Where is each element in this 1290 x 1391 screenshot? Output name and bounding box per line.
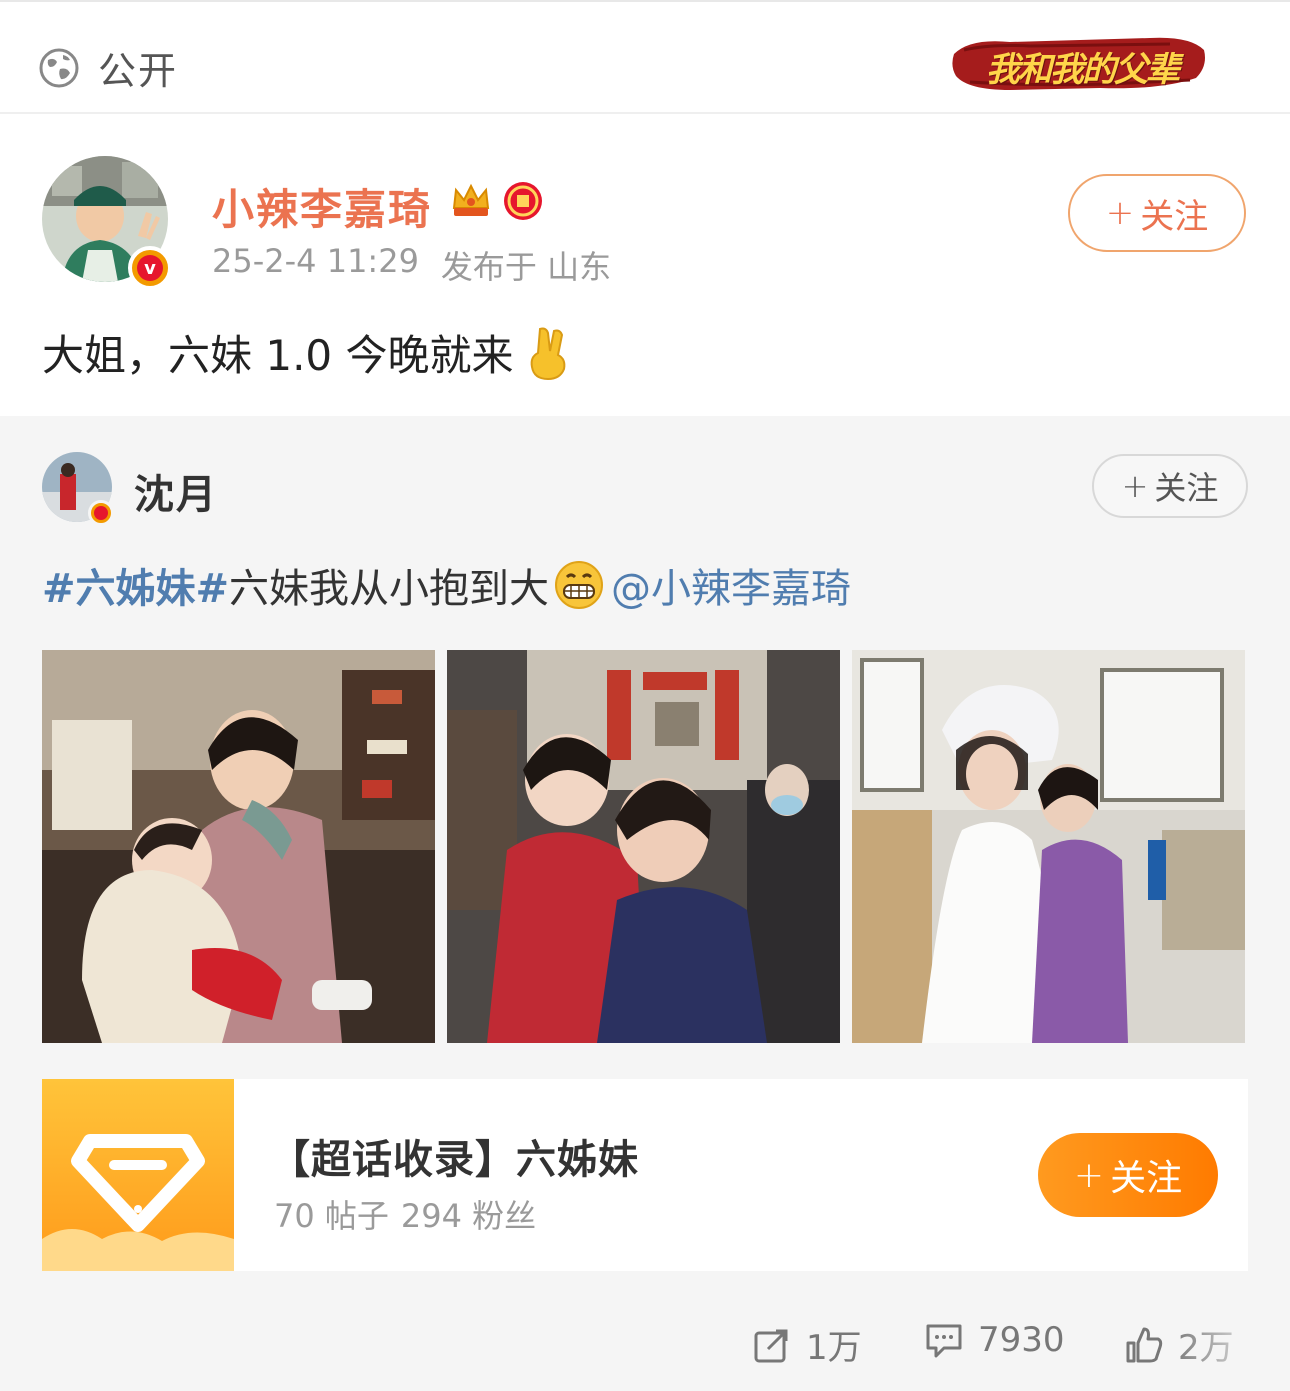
post-body: 大姐，六妹 1.0 今晚就来 xyxy=(42,322,572,383)
repost-button[interactable]: 1万 xyxy=(752,1320,862,1369)
plus-icon: + xyxy=(1073,1154,1105,1196)
action-bar: 1万 7930 2万 xyxy=(0,1312,1290,1372)
visibility-indicator[interactable]: 公开 xyxy=(38,40,178,95)
photo-grid xyxy=(42,650,1246,1043)
super-topic-fans: 294 粉丝 xyxy=(400,1197,537,1235)
retweet-author-name[interactable]: 沈月 xyxy=(134,462,218,520)
super-topic-follow-button[interactable]: + 关注 xyxy=(1038,1133,1218,1217)
verified-v-icon: v xyxy=(137,255,163,281)
post-text: 大姐，六妹 1.0 今晚就来 xyxy=(42,331,514,380)
post-location: 发布于 山东 xyxy=(440,248,612,286)
super-topic-stats: 70 帖子 294 粉丝 xyxy=(274,1191,536,1237)
photo-2-image xyxy=(447,650,840,1043)
retweet-text: 六妹我从小抱到大 xyxy=(229,566,550,612)
crown-icon[interactable] xyxy=(448,178,494,224)
photo-1-image xyxy=(42,650,435,1043)
verified-dot-icon xyxy=(94,506,108,520)
super-topic-card[interactable]: 【超话收录】六姊妹 70 帖子 294 粉丝 + 关注 xyxy=(42,1079,1248,1271)
follow-button[interactable]: + 关注 xyxy=(1068,174,1246,252)
plus-icon: + xyxy=(1121,467,1149,505)
edge-fade xyxy=(1170,1312,1290,1372)
follow-label: 关注 xyxy=(1110,1158,1183,1199)
thumbs-up-icon xyxy=(1126,1327,1163,1362)
retweet-follow-button[interactable]: + 关注 xyxy=(1092,454,1248,518)
verified-badge: v xyxy=(128,246,172,290)
super-topic-title: 【超话收录】六姊妹 xyxy=(270,1137,639,1183)
photo-2[interactable] xyxy=(447,650,840,1043)
comment-button[interactable]: 7930 xyxy=(924,1320,1065,1360)
photo-1[interactable] xyxy=(42,650,435,1043)
post-meta: 25-2-4 11:29 发布于 山东 xyxy=(212,242,611,288)
post-header: v 小辣李嘉琦 25-2-4 11:29 发布于 山东 + 关注 大姐，六妹 1… xyxy=(0,116,1290,416)
follow-label: 关注 xyxy=(1154,469,1219,507)
author-name[interactable]: 小辣李嘉琦 xyxy=(212,176,432,237)
repost-count: 1万 xyxy=(806,1328,862,1368)
crossed-fingers-emoji-icon xyxy=(530,327,565,380)
grin-emoji-icon xyxy=(555,561,604,609)
medal-icon[interactable] xyxy=(502,180,544,222)
globe-icon xyxy=(39,48,79,87)
follow-label: 关注 xyxy=(1140,196,1209,237)
comment-icon xyxy=(926,1324,962,1358)
retweet-verified-badge xyxy=(88,500,114,526)
retweet-body: #六姊妹# 六妹我从小抱到大 @小辣李嘉琦 xyxy=(42,556,851,614)
super-topic-diamond-icon xyxy=(42,1079,234,1271)
mention-link[interactable]: @小辣李嘉琦 xyxy=(611,556,851,614)
visibility-label: 公开 xyxy=(98,49,179,93)
super-topic-posts: 70 帖子 xyxy=(274,1197,389,1235)
visibility-bar: 公开 我和我的父辈 xyxy=(0,0,1290,114)
hashtag-link[interactable]: #六姊妹# xyxy=(42,556,229,614)
photo-3[interactable] xyxy=(852,650,1245,1043)
plus-icon: + xyxy=(1105,193,1135,233)
banner-logo[interactable]: 我和我的父辈 xyxy=(950,32,1208,94)
retweet-card[interactable]: 沈月 + 关注 #六姊妹# 六妹我从小抱到大 @小辣李嘉琦 【超话收录】六姊妹 … xyxy=(0,416,1290,1391)
comment-count: 7930 xyxy=(978,1320,1065,1360)
repost-icon xyxy=(754,1329,788,1362)
photo-3-image xyxy=(852,650,1245,1043)
post-time: 25-2-4 11:29 xyxy=(212,242,419,280)
banner-text: 我和我的父辈 xyxy=(986,50,1180,90)
